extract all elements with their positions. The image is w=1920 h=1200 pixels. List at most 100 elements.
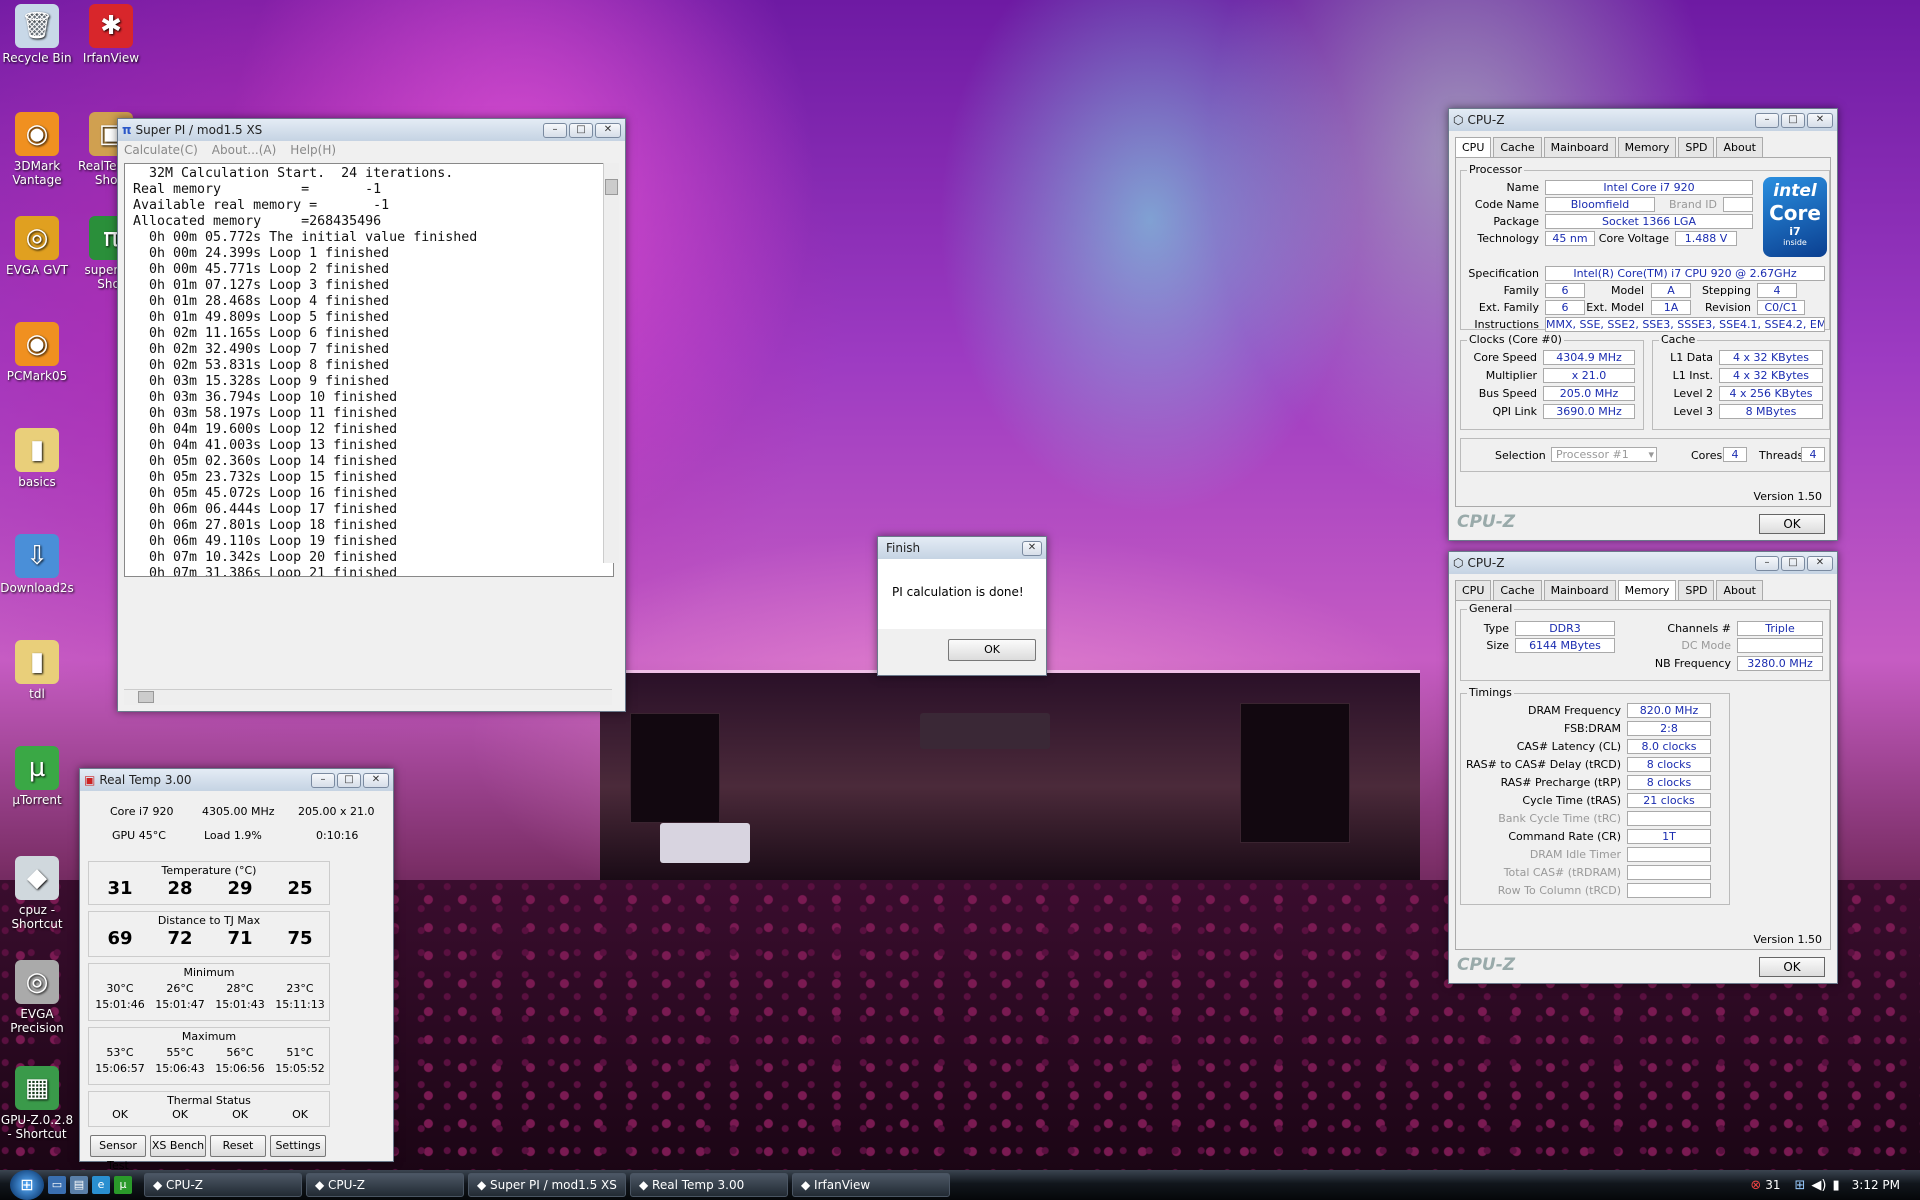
tab-spd[interactable]: SPD [1678,580,1715,600]
realtemp-app-icon: ▣ [84,773,96,787]
tab-spd[interactable]: SPD [1678,137,1715,157]
close-icon[interactable]: ✕ [1807,555,1833,571]
show-desktop-icon[interactable]: ▭ [48,1176,66,1194]
label: DRAM Idle Timer [1529,848,1621,861]
maximize-icon[interactable]: □ [569,122,593,138]
stage-backdrop [600,670,1420,880]
close-icon[interactable]: ✕ [595,122,621,138]
desktop-icon-recycle-bin[interactable]: 🗑 Recycle Bin [0,4,74,65]
taskbar-item-cpu-z[interactable]: ◆ CPU-Z [306,1173,464,1197]
label: Core Voltage [1598,232,1669,245]
timing-value: 8 clocks [1627,775,1711,790]
tray-alert-icon[interactable]: ⊗ [1750,1178,1761,1193]
maximize-icon[interactable]: □ [1781,555,1805,571]
close-icon[interactable]: ✕ [363,772,389,788]
minimize-icon[interactable]: – [1755,112,1779,128]
vertical-scrollbar[interactable] [603,163,619,563]
minimize-icon[interactable]: – [1755,555,1779,571]
reset-button[interactable]: Reset [210,1135,266,1157]
horizontal-scrollbar[interactable] [124,689,612,705]
desktop-icon-label: cpuz - Shortcut [11,903,63,931]
minimize-icon[interactable]: – [311,772,335,788]
clock-value: x 21.0 [1543,368,1635,383]
tab-cpu[interactable]: CPU [1455,137,1492,157]
desktop-icon-tdl[interactable]: ▮ tdl [0,640,74,701]
max-temp: 53°C [106,1046,134,1059]
clock[interactable]: 3:12 PM [1852,1178,1900,1192]
utorrent-quicklaunch-icon[interactable]: µ [114,1176,132,1194]
sensor-test-button[interactable]: Sensor Test [90,1135,146,1172]
panel-title: Maximum [181,1030,237,1043]
ok-button[interactable]: OK [1759,514,1825,534]
label: Cycle Time (tRAS) [1522,794,1621,807]
menu-about[interactable]: About...(A) [212,143,277,157]
settings-button[interactable]: Settings [270,1135,326,1157]
temperature-panel: Temperature (°C) 31 28 29 25 [88,861,330,905]
desktop-icon-download2s[interactable]: ⇩ Download2s [0,534,74,595]
finish-ok-button[interactable]: OK [948,639,1036,661]
desktop-icon-evga-gvt[interactable]: ◎ EVGA GVT [0,216,74,277]
brand-id-value [1723,197,1753,212]
xs-bench-button[interactable]: XS Bench [150,1135,206,1157]
tab-mainboard[interactable]: Mainboard [1543,580,1616,600]
label: Selection [1495,449,1546,462]
taskbar-item-super-pi-mod1-5-xs[interactable]: ◆ Super PI / mod1.5 XS [468,1173,626,1197]
finish-dialog: Finish ✕ PI calculation is done! OK [877,536,1047,676]
label: Command Rate (CR) [1508,830,1621,843]
technology-value: 45 nm [1545,231,1595,246]
taskbar-item-real-temp-3-00[interactable]: ◆ Real Temp 3.00 [630,1173,788,1197]
taskbar-item-cpu-z[interactable]: ◆ CPU-Z [144,1173,302,1197]
desktop-icon-label: µTorrent [12,793,62,807]
timing-value: 820.0 MHz [1627,703,1711,718]
max-time: 15:06:56 [215,1062,265,1075]
desktop-icon-irfanview[interactable]: ✱ IrfanView [74,4,148,65]
minimize-icon[interactable]: – [543,122,567,138]
desktop-icon-evga-precision[interactable]: ◎ EVGA Precision [0,960,74,1035]
power-icon[interactable]: ▮ [1832,1178,1839,1193]
desktop-icon-label: Download2s [0,581,74,595]
package-value: Socket 1366 LGA [1545,214,1753,229]
tab-memory[interactable]: Memory [1617,137,1677,157]
tab-about[interactable]: About [1716,580,1763,600]
tab-memory[interactable]: Memory [1617,580,1677,600]
clocks-group: Clocks (Core #0) Core Speed 4304.9 MHz Mul… [1460,333,1644,430]
desktop-icon-pcmark05[interactable]: ◉ PCMark05 [0,322,74,383]
tab-about[interactable]: About [1716,137,1763,157]
desktop-icon-3dmark-vantage[interactable]: ◉ 3DMark Vantage [0,112,74,187]
volume-icon[interactable]: ◀) [1811,1178,1826,1193]
cpu-load: Load 1.9% [204,829,262,842]
label: Threads [1759,449,1804,462]
maximize-icon[interactable]: □ [1781,112,1805,128]
tab-cache[interactable]: Cache [1493,137,1542,157]
general-group: General Type DDR3 Size 6144 MBytes Chann… [1460,602,1830,681]
start-button[interactable]: ⊞ [10,1170,44,1200]
processor-group: Processor Name Intel Core i7 920 Code Na… [1460,163,1830,332]
ok-button[interactable]: OK [1759,957,1825,977]
ext-model-value: 1A [1651,300,1691,315]
internet-explorer-icon[interactable]: e [92,1176,110,1194]
desktop-icon-cpuz-shortcut[interactable]: ◆ cpuz - Shortcut [0,856,74,931]
close-icon[interactable]: ✕ [1022,540,1042,556]
desktop-icon-gpu-z-0-2-8-shortcut[interactable]: ▦ GPU-Z.0.2.8 - Shortcut [0,1066,74,1141]
desktop-icon-basics[interactable]: ▮ basics [0,428,74,489]
label: Level 3 [1673,405,1713,418]
tab-cpu[interactable]: CPU [1455,580,1492,600]
tab-cache[interactable]: Cache [1493,580,1542,600]
processor-select[interactable]: Processor #1 ▾ [1551,447,1657,462]
close-icon[interactable]: ✕ [1807,112,1833,128]
folder-icon: ▮ [15,640,59,684]
taskbar-item-label: IrfanView [814,1178,871,1192]
menu-calculate[interactable]: Calculate(C) [124,143,198,157]
panel-title: Thermal Status [167,1094,251,1107]
network-icon[interactable]: ⊞ [1795,1178,1806,1193]
label: Ext. Model [1586,301,1644,314]
menu-help[interactable]: Help(H) [290,143,336,157]
switch-windows-icon[interactable]: ▤ [70,1176,88,1194]
nb-frequency-value: 3280.0 MHz [1737,656,1823,671]
desktop-icon--torrent[interactable]: µ µTorrent [0,746,74,807]
max-time: 15:06:57 [95,1062,145,1075]
superpi-titlebar[interactable]: π Super PI / mod1.5 XS – □ ✕ [118,119,625,141]
tab-mainboard[interactable]: Mainboard [1543,137,1616,157]
maximize-icon[interactable]: □ [337,772,361,788]
taskbar-item-irfanview[interactable]: ◆ IrfanView [792,1173,950,1197]
